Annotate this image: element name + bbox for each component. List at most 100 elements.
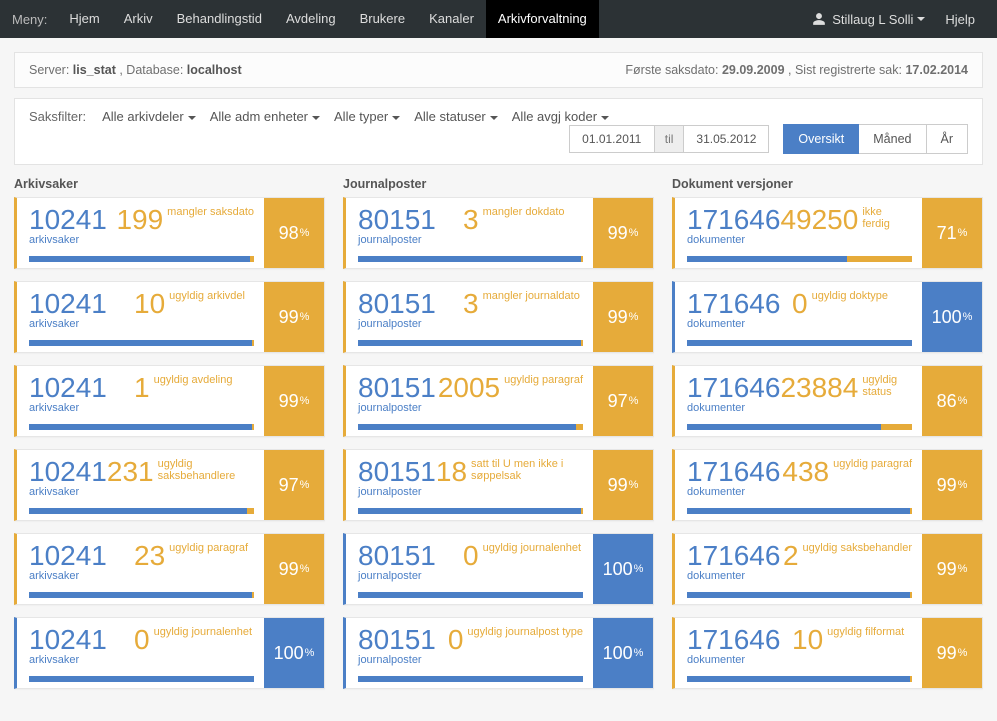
progress-bar bbox=[29, 256, 254, 262]
stat-total: 10241 bbox=[29, 374, 107, 402]
stat-percent: 97% bbox=[593, 366, 653, 436]
stat-total-label: arkivsaker bbox=[29, 654, 107, 666]
user-menu[interactable]: Stillaug L Solli bbox=[802, 12, 935, 27]
database-value: localhost bbox=[187, 63, 242, 77]
first-date-label: Første saksdato: bbox=[625, 63, 718, 77]
stat-card[interactable]: 171646dokumenter438ugyldig paragraf99% bbox=[672, 449, 983, 521]
stat-total-label: dokumenter bbox=[687, 486, 780, 498]
stat-card[interactable]: 171646dokumenter10ugyldig filformat99% bbox=[672, 617, 983, 689]
stat-total: 10241 bbox=[29, 542, 107, 570]
stat-total-label: journalposter bbox=[358, 654, 436, 666]
stat-total-label: arkivsaker bbox=[29, 402, 107, 414]
stat-issue: 0 bbox=[448, 626, 464, 654]
stat-card[interactable]: 80151journalposter3mangler dokdato99% bbox=[343, 197, 654, 269]
progress-bar bbox=[29, 424, 254, 430]
stat-total: 80151 bbox=[358, 458, 436, 486]
chevron-down-icon bbox=[917, 17, 925, 21]
stat-percent: 71% bbox=[922, 198, 982, 268]
view-btn-år[interactable]: År bbox=[927, 124, 969, 154]
server-label: Server: bbox=[29, 63, 69, 77]
stat-issue-label: ikke ferdig bbox=[862, 206, 912, 230]
last-date-value: 17.02.2014 bbox=[905, 63, 968, 77]
stat-card[interactable]: 10241arkivsaker10ugyldig arkivdel99% bbox=[14, 281, 325, 353]
stat-percent: 99% bbox=[593, 282, 653, 352]
stat-total: 80151 bbox=[358, 206, 436, 234]
progress-bar bbox=[29, 508, 254, 514]
view-toggle-group: OversiktMånedÅr bbox=[783, 124, 968, 154]
filter-dropdown-4[interactable]: Alle avgj koder bbox=[512, 109, 609, 124]
stat-percent: 99% bbox=[922, 534, 982, 604]
nav-item-hjem[interactable]: Hjem bbox=[57, 0, 111, 38]
stat-card[interactable]: 10241arkivsaker199mangler saksdato98% bbox=[14, 197, 325, 269]
database-label: , Database: bbox=[119, 63, 183, 77]
filter-dropdown-0[interactable]: Alle arkivdeler bbox=[102, 109, 196, 124]
stat-issue: 0 bbox=[792, 290, 808, 318]
stat-issue: 18 bbox=[436, 458, 467, 486]
stat-card[interactable]: 10241arkivsaker0ugyldig journalenhet100% bbox=[14, 617, 325, 689]
nav-item-kanaler[interactable]: Kanaler bbox=[417, 0, 486, 38]
date-to-input[interactable] bbox=[683, 125, 769, 153]
stat-card[interactable]: 10241arkivsaker23ugyldig paragraf99% bbox=[14, 533, 325, 605]
help-link[interactable]: Hjelp bbox=[935, 12, 985, 27]
nav-item-arkivforvaltning[interactable]: Arkivforvaltning bbox=[486, 0, 599, 38]
nav-item-avdeling[interactable]: Avdeling bbox=[274, 0, 348, 38]
user-icon bbox=[812, 12, 826, 26]
filter-dropdown-3[interactable]: Alle statuser bbox=[414, 109, 498, 124]
stat-issue-label: ugyldig paragraf bbox=[169, 542, 248, 554]
stat-total-label: journalposter bbox=[358, 318, 436, 330]
stat-percent: 99% bbox=[593, 198, 653, 268]
column-2: Dokument versjoner171646dokumenter49250i… bbox=[672, 177, 983, 701]
stat-card[interactable]: 171646dokumenter23884ugyldig status86% bbox=[672, 365, 983, 437]
stat-issue-label: ugyldig filformat bbox=[827, 626, 904, 638]
stat-total-label: journalposter bbox=[358, 486, 436, 498]
stat-total: 80151 bbox=[358, 290, 436, 318]
stat-issue: 0 bbox=[463, 542, 479, 570]
chevron-down-icon bbox=[392, 116, 400, 120]
stat-card[interactable]: 10241arkivsaker1ugyldig avdeling99% bbox=[14, 365, 325, 437]
stat-total-label: dokumenter bbox=[687, 570, 780, 582]
stat-total-label: arkivsaker bbox=[29, 234, 107, 246]
stat-card[interactable]: 80151journalposter0ugyldig journalenhet1… bbox=[343, 533, 654, 605]
stat-total-label: arkivsaker bbox=[29, 318, 107, 330]
stat-issue: 2005 bbox=[438, 374, 500, 402]
stat-issue-label: mangler journaldato bbox=[483, 290, 580, 302]
stat-card[interactable]: 80151journalposter2005ugyldig paragraf97… bbox=[343, 365, 654, 437]
chevron-down-icon bbox=[490, 116, 498, 120]
date-from-input[interactable] bbox=[569, 125, 655, 153]
stat-percent: 86% bbox=[922, 366, 982, 436]
view-btn-måned[interactable]: Måned bbox=[859, 124, 926, 154]
column-title: Arkivsaker bbox=[14, 177, 325, 191]
first-date-value: 29.09.2009 bbox=[722, 63, 785, 77]
stat-card[interactable]: 10241arkivsaker231ugyldig saksbehandlere… bbox=[14, 449, 325, 521]
date-separator: til bbox=[655, 125, 684, 153]
stat-card[interactable]: 80151journalposter18satt til U men ikke … bbox=[343, 449, 654, 521]
stat-total: 171646 bbox=[687, 542, 780, 570]
nav-item-brukere[interactable]: Brukere bbox=[348, 0, 418, 38]
stat-percent: 98% bbox=[264, 198, 324, 268]
filter-dropdown-1[interactable]: Alle adm enheter bbox=[210, 109, 320, 124]
stat-percent: 99% bbox=[922, 450, 982, 520]
progress-bar bbox=[687, 508, 912, 514]
stat-total-label: dokumenter bbox=[687, 318, 780, 330]
stat-total-label: arkivsaker bbox=[29, 486, 107, 498]
stat-percent: 99% bbox=[264, 282, 324, 352]
filter-dropdown-2[interactable]: Alle typer bbox=[334, 109, 400, 124]
stat-issue: 23884 bbox=[780, 374, 858, 402]
progress-bar bbox=[29, 676, 254, 682]
stat-card[interactable]: 171646dokumenter0ugyldig doktype100% bbox=[672, 281, 983, 353]
stat-total: 80151 bbox=[358, 626, 436, 654]
stat-issue: 3 bbox=[463, 206, 479, 234]
nav-item-arkiv[interactable]: Arkiv bbox=[112, 0, 165, 38]
stat-card[interactable]: 80151journalposter3mangler journaldato99… bbox=[343, 281, 654, 353]
progress-bar bbox=[358, 676, 583, 682]
navbar-brand: Meny: bbox=[12, 12, 47, 27]
stat-issue-label: ugyldig doktype bbox=[812, 290, 888, 302]
filter-bar: Saksfilter: Alle arkivdelerAlle adm enhe… bbox=[14, 98, 983, 165]
view-btn-oversikt[interactable]: Oversikt bbox=[783, 124, 859, 154]
stat-card[interactable]: 80151journalposter0ugyldig journalpost t… bbox=[343, 617, 654, 689]
progress-bar bbox=[687, 256, 912, 262]
nav-item-behandlingstid[interactable]: Behandlingstid bbox=[165, 0, 274, 38]
stat-card[interactable]: 171646dokumenter49250ikke ferdig71% bbox=[672, 197, 983, 269]
stat-issue-label: ugyldig journalenhet bbox=[483, 542, 581, 554]
stat-card[interactable]: 171646dokumenter2ugyldig saksbehandler99… bbox=[672, 533, 983, 605]
